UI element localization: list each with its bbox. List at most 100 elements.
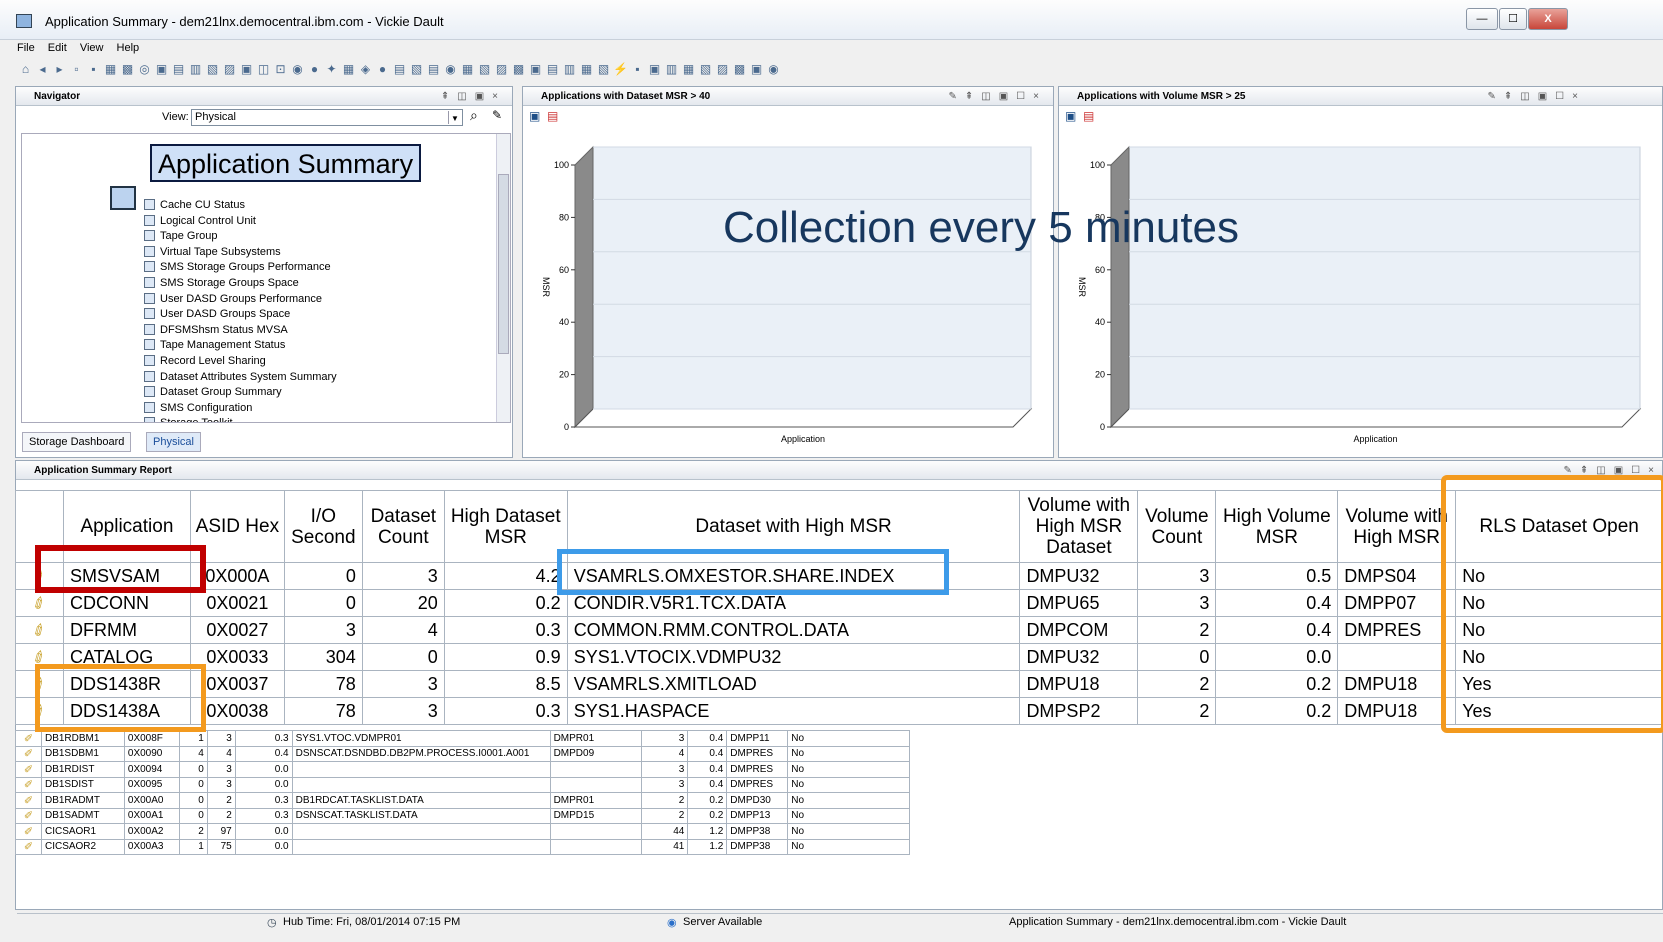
search-icon[interactable]: ⌕ xyxy=(470,107,478,124)
panel-controls-icon[interactable]: ✎⇞◫▣☐× xyxy=(1488,87,1586,106)
toolbar-button-41-icon[interactable]: ▨ xyxy=(714,62,731,76)
toolbar-button-14-icon[interactable]: ◫ xyxy=(255,62,272,76)
tree-item[interactable]: User DASD Groups Space xyxy=(144,307,290,322)
toolbar-button-25-icon[interactable]: ◉ xyxy=(442,62,459,76)
toolbar-button-16-icon[interactable]: ◉ xyxy=(289,62,306,76)
toolbar-button-6-icon[interactable]: ▩ xyxy=(119,62,136,76)
tree-item[interactable]: SMS Configuration xyxy=(144,401,252,416)
toolbar-button-23-icon[interactable]: ▧ xyxy=(408,62,425,76)
toolbar-button-0-icon[interactable]: ⌂ xyxy=(17,62,34,76)
toolbar-button-7-icon[interactable]: ◎ xyxy=(136,62,153,76)
row-link-cell[interactable]: ✐ xyxy=(15,616,64,644)
menu-help[interactable]: Help xyxy=(117,42,140,54)
toolbar-button-38-icon[interactable]: ▥ xyxy=(663,62,680,76)
toolbar-button-36-icon[interactable]: ▪ xyxy=(629,62,646,76)
tree-item[interactable]: Dataset Attributes System Summary xyxy=(144,370,337,385)
tree-item-application-summary[interactable]: Application Summary xyxy=(150,144,422,182)
table-row[interactable]: ✐ DFRMM 0X0027 3 4 0.3 COMMON.RMM.CONTROL.DATA… xyxy=(15,616,1663,644)
toolbar-button-17-icon[interactable]: ● xyxy=(306,62,323,76)
toolbar-button-15-icon[interactable]: ⊡ xyxy=(272,62,289,76)
chart-refresh-icon[interactable]: ▤ xyxy=(1083,109,1094,123)
toolbar-button-13-icon[interactable]: ▣ xyxy=(238,62,255,76)
link-icon[interactable]: ✐ xyxy=(24,826,33,838)
toolbar-button-30-icon[interactable]: ▣ xyxy=(527,62,544,76)
column-header[interactable]: High Volume MSR xyxy=(1215,490,1339,563)
column-header[interactable]: Volume with High MSR xyxy=(1337,490,1457,563)
toolbar-button-18-icon[interactable]: ✦ xyxy=(323,62,340,76)
row-link-cell[interactable]: ✐ xyxy=(15,838,42,855)
toolbar-button-43-icon[interactable]: ▣ xyxy=(748,62,765,76)
table-row[interactable]: ✐ DB1RADMT 0X00A0 0 2 0.3 DB1RDCAT.TASKLIST.DA… xyxy=(15,792,910,809)
panel-controls-icon[interactable]: ⇞◫▣× xyxy=(441,87,506,106)
toolbar-button-2-icon[interactable]: ▸ xyxy=(51,62,68,76)
tree-item[interactable]: Virtual Tape Subsystems xyxy=(144,245,281,260)
tab-physical[interactable]: Physical xyxy=(146,432,201,452)
link-icon[interactable]: ✐ xyxy=(24,841,33,853)
table-row[interactable]: ✐ DDS1438R 0X0037 78 3 8.5 VSAMRLS.XMITLOAD DMP… xyxy=(15,670,1663,698)
tree-item[interactable]: Cache CU Status xyxy=(144,198,245,213)
table-row[interactable]: ✐ DB1SADMT 0X00A1 0 2 0.3 DSNSCAT.TASKLIST.DAT… xyxy=(15,807,910,824)
table-row[interactable]: ✐ DDS1438A 0X0038 78 3 0.3 SYS1.HASPACE DMPSP2 2… xyxy=(15,697,1663,725)
tree-item[interactable]: Storage Toolkit xyxy=(144,416,233,422)
tree-item[interactable]: Dataset Group Summary xyxy=(144,385,282,400)
tree-item[interactable]: Tape Management Status xyxy=(144,338,285,353)
chevron-down-icon[interactable]: ▼ xyxy=(448,111,461,124)
tree-scrollbar[interactable] xyxy=(496,134,510,422)
column-header[interactable]: Volume Count xyxy=(1137,490,1217,563)
toolbar-button-27-icon[interactable]: ▧ xyxy=(476,62,493,76)
column-header[interactable]: High Dataset MSR xyxy=(443,490,568,563)
toolbar-button-12-icon[interactable]: ▨ xyxy=(221,62,238,76)
column-header[interactable]: Volume with High MSR Dataset xyxy=(1019,490,1139,563)
link-icon[interactable]: ✐ xyxy=(24,733,33,745)
toolbar-button-40-icon[interactable]: ▧ xyxy=(697,62,714,76)
row-link-cell[interactable]: ✐ xyxy=(15,807,42,824)
link-icon[interactable]: ✐ xyxy=(29,618,51,642)
tree-item[interactable]: DFSMShsm Status MVSA xyxy=(144,323,288,338)
toolbar-button-22-icon[interactable]: ▤ xyxy=(391,62,408,76)
toolbar-button-24-icon[interactable]: ▤ xyxy=(425,62,442,76)
toolbar-button-29-icon[interactable]: ▩ xyxy=(510,62,527,76)
menu-edit[interactable]: Edit xyxy=(48,42,67,54)
toolbar-button-21-icon[interactable]: ● xyxy=(374,62,391,76)
minimize-button[interactable]: — xyxy=(1466,8,1498,30)
menu-file[interactable]: File xyxy=(17,42,35,54)
toolbar-button-37-icon[interactable]: ▣ xyxy=(646,62,663,76)
table-row[interactable]: ✐ DB1RDBM1 0X008F 1 3 0.3 SYS1.VTOC.VDMPR01 DMP… xyxy=(15,730,910,747)
row-link-cell[interactable]: ✐ xyxy=(15,776,42,793)
toolbar-button-19-icon[interactable]: ▦ xyxy=(340,62,357,76)
tree-item[interactable]: Record Level Sharing xyxy=(144,354,266,369)
column-header[interactable]: Dataset Count xyxy=(361,490,445,563)
row-link-cell[interactable]: ✐ xyxy=(15,792,42,809)
toolbar-button-26-icon[interactable]: ▦ xyxy=(459,62,476,76)
row-link-cell[interactable]: ✐ xyxy=(15,823,42,840)
toolbar-button-42-icon[interactable]: ▩ xyxy=(731,62,748,76)
toolbar-button-34-icon[interactable]: ▧ xyxy=(595,62,612,76)
menu-view[interactable]: View xyxy=(80,42,104,54)
row-link-cell[interactable]: ✐ xyxy=(15,761,42,778)
tree-item[interactable]: Tape Group xyxy=(144,229,217,244)
toolbar-button-11-icon[interactable]: ▧ xyxy=(204,62,221,76)
tree-item[interactable]: Logical Control Unit xyxy=(144,214,256,229)
table-row[interactable]: ✐ DB1SDIST 0X0095 0 3 0.0 3 0.4 DMPRES No xyxy=(15,776,910,793)
link-icon[interactable]: ✐ xyxy=(24,810,33,822)
row-link-cell[interactable]: ✐ xyxy=(15,745,42,762)
toolbar-button-3-icon[interactable]: ▫ xyxy=(68,62,85,76)
toolbar-button-4-icon[interactable]: ▪ xyxy=(85,62,102,76)
column-header[interactable]: I/O Second xyxy=(283,490,363,563)
toolbar-button-32-icon[interactable]: ▥ xyxy=(561,62,578,76)
edit-icon[interactable]: ✎ xyxy=(492,108,502,122)
table-row[interactable]: ✐ DB1SDBM1 0X0090 4 4 0.4 DSNSCAT.DSNDBD.DB2PM… xyxy=(15,745,910,762)
toolbar-button-5-icon[interactable]: ▦ xyxy=(102,62,119,76)
toolbar-button-39-icon[interactable]: ▦ xyxy=(680,62,697,76)
link-icon[interactable]: ✐ xyxy=(29,591,51,615)
toolbar-button-9-icon[interactable]: ▤ xyxy=(170,62,187,76)
chart-refresh-icon[interactable]: ▤ xyxy=(547,109,558,123)
table-row[interactable]: ✐ CICSAOR2 0X00A3 1 75 0.0 41 1.2 DMPP38 No xyxy=(15,838,910,855)
row-link-cell[interactable]: ✐ xyxy=(15,589,64,617)
link-icon[interactable]: ✐ xyxy=(24,779,33,791)
maximize-button[interactable]: ☐ xyxy=(1499,8,1527,30)
link-icon[interactable]: ✐ xyxy=(24,748,33,760)
toolbar-button-28-icon[interactable]: ▨ xyxy=(493,62,510,76)
panel-controls-icon[interactable]: ✎⇞◫▣☐× xyxy=(949,87,1047,106)
toolbar-button-8-icon[interactable]: ▣ xyxy=(153,62,170,76)
